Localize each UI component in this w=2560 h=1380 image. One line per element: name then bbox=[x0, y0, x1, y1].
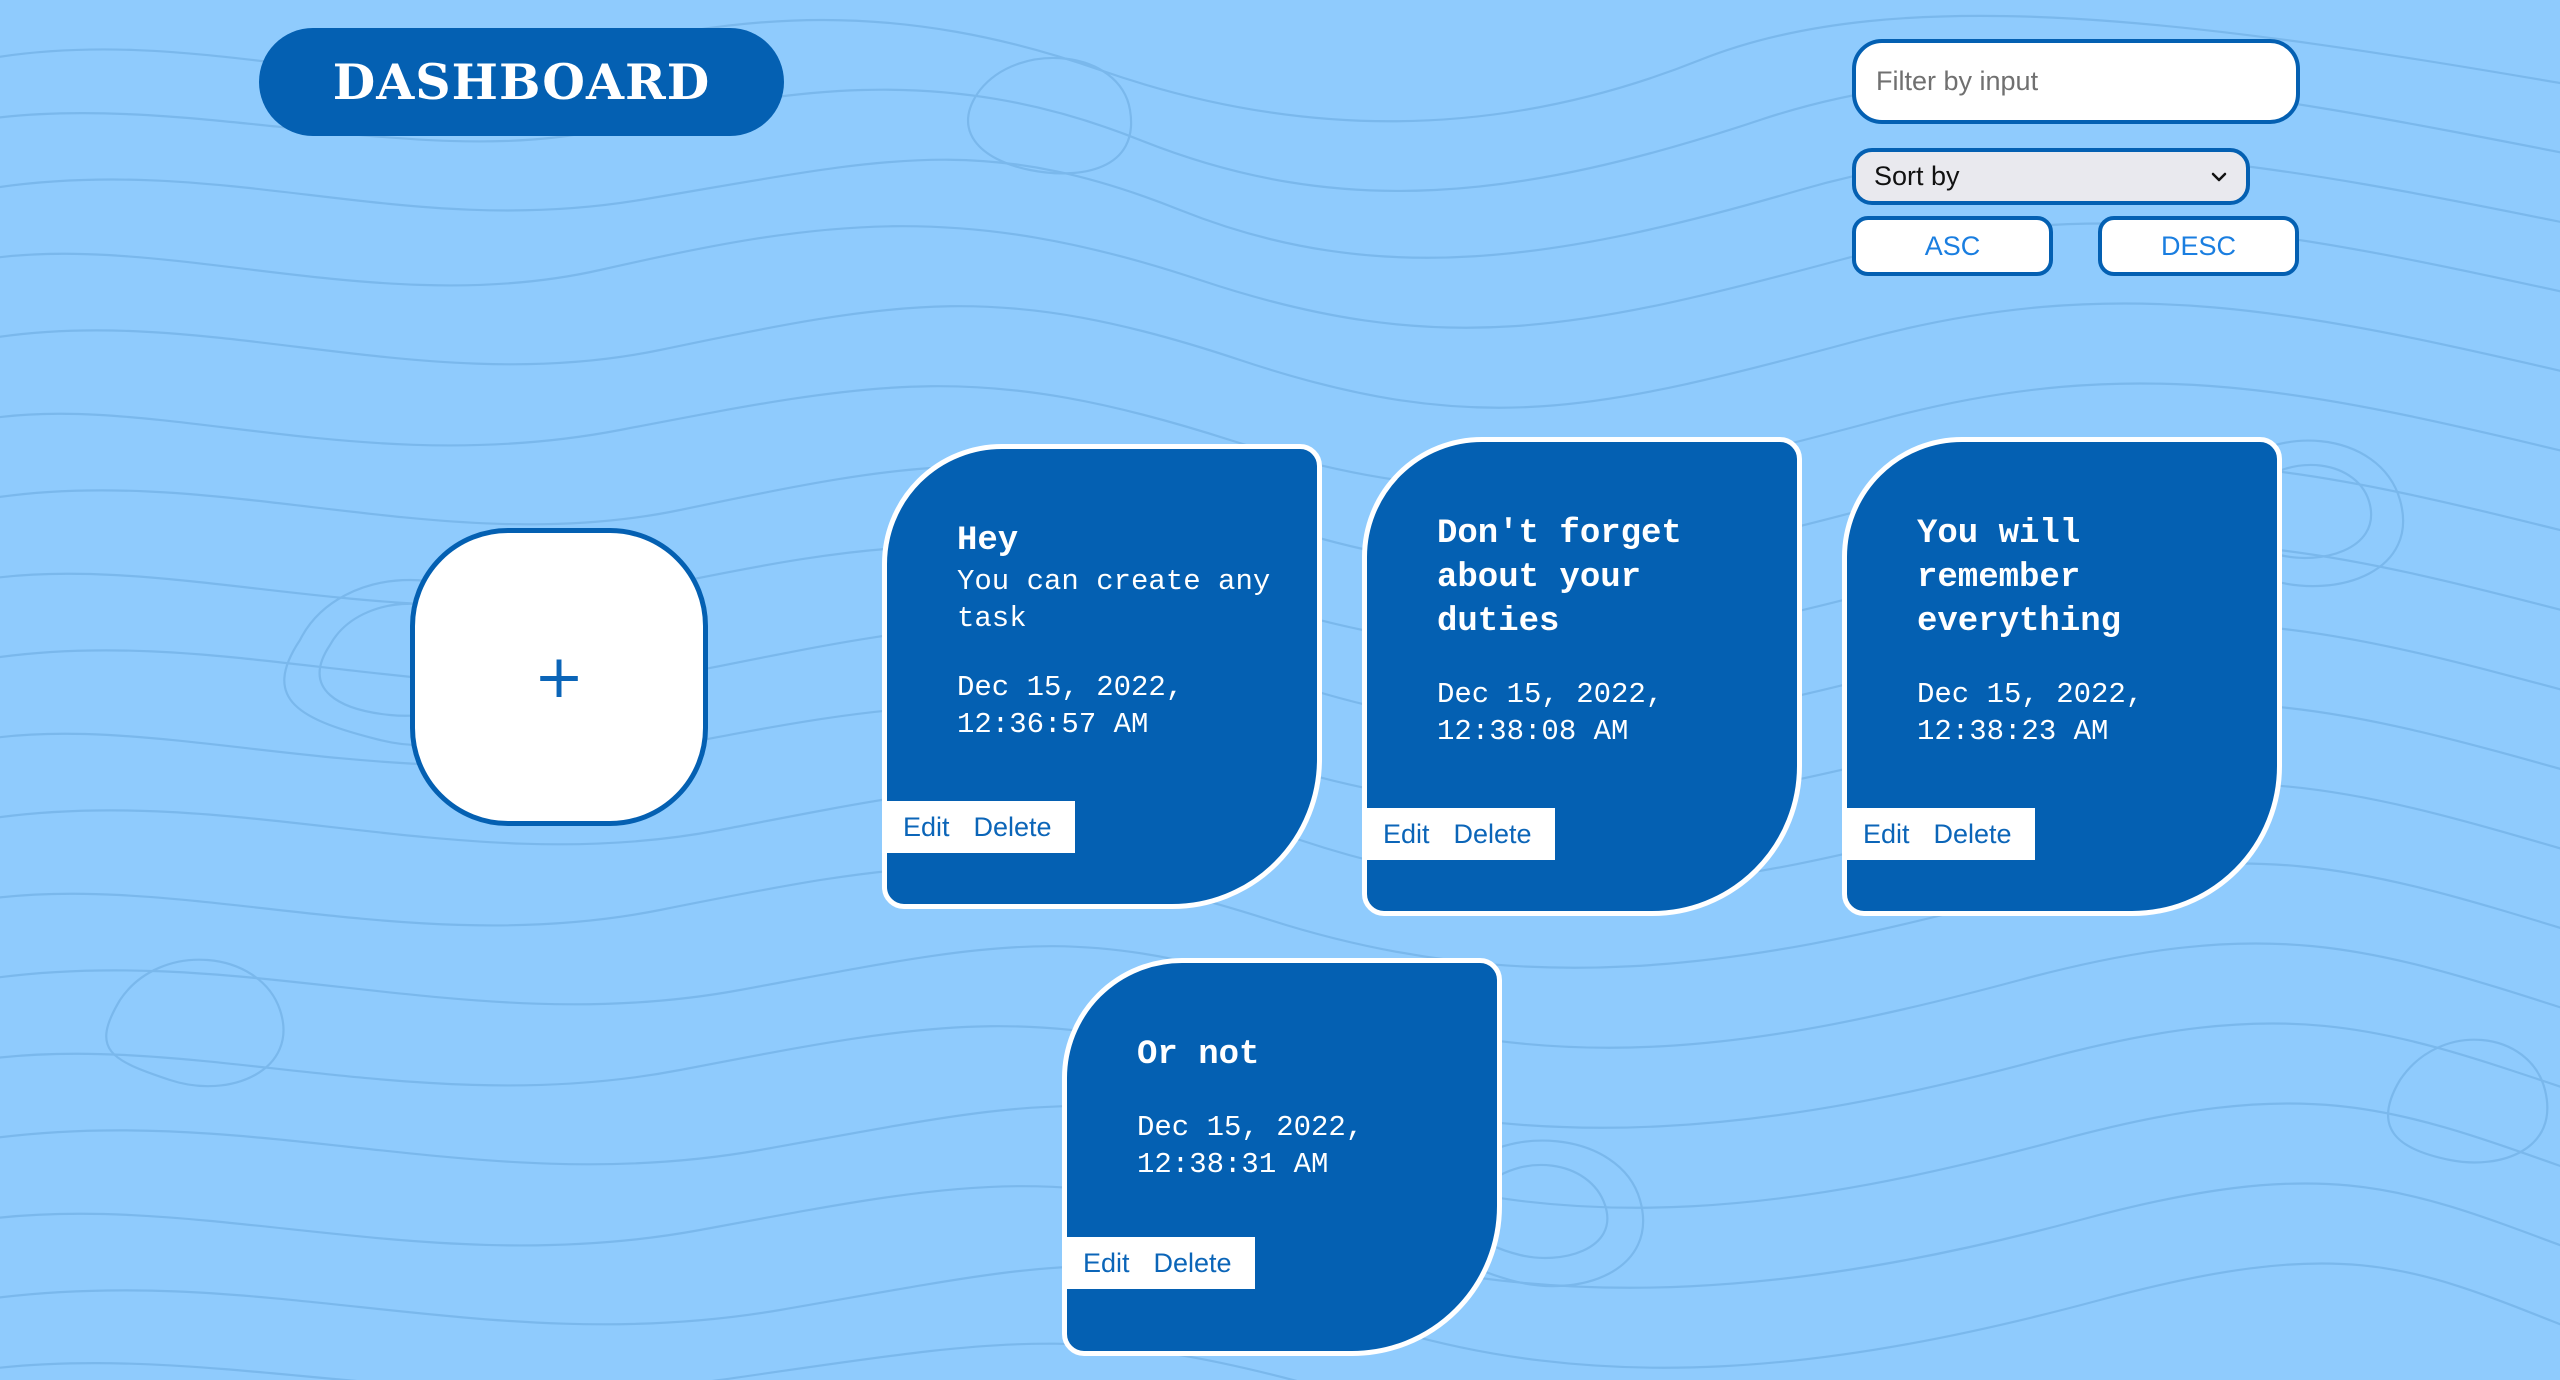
task-actions: Edit Delete bbox=[1067, 1237, 1255, 1289]
page-title: DASHBOARD bbox=[259, 28, 784, 136]
task-title: Don't forget about your duties bbox=[1437, 515, 1682, 641]
task-date: Dec 15, 2022, 12:36:57 AM bbox=[957, 671, 1184, 741]
task-card: Or not Dec 15, 2022, 12:38:31 AM Edit De… bbox=[1062, 958, 1502, 1356]
filter-input[interactable] bbox=[1852, 39, 2300, 124]
plus-icon: + bbox=[533, 642, 585, 712]
edit-button[interactable]: Edit bbox=[1367, 819, 1430, 850]
edit-button[interactable]: Edit bbox=[1067, 1248, 1130, 1279]
task-card: Hey You can create any task Dec 15, 2022… bbox=[882, 444, 1322, 909]
edit-button[interactable]: Edit bbox=[887, 812, 950, 843]
asc-button[interactable]: ASC bbox=[1852, 216, 2053, 276]
delete-button[interactable]: Delete bbox=[1430, 819, 1532, 850]
edit-button[interactable]: Edit bbox=[1847, 819, 1910, 850]
sort-select-label: Sort by bbox=[1874, 161, 1960, 191]
delete-button[interactable]: Delete bbox=[950, 812, 1052, 843]
task-date: Dec 15, 2022, 12:38:31 AM bbox=[1137, 1111, 1364, 1181]
task-description: You can create any task bbox=[957, 565, 1271, 635]
task-title: You will remember everything bbox=[1917, 515, 2122, 641]
delete-button[interactable]: Delete bbox=[1910, 819, 2012, 850]
task-date: Dec 15, 2022, 12:38:23 AM bbox=[1917, 678, 2144, 748]
task-actions: Edit Delete bbox=[1847, 808, 2035, 860]
task-actions: Edit Delete bbox=[1367, 808, 1555, 860]
task-actions: Edit Delete bbox=[887, 801, 1075, 853]
task-title: Or not bbox=[1137, 1036, 1260, 1074]
task-title: Hey bbox=[957, 522, 1019, 560]
desc-button[interactable]: DESC bbox=[2098, 216, 2299, 276]
add-task-button[interactable]: + bbox=[410, 528, 708, 826]
task-card: Don't forget about your duties Dec 15, 2… bbox=[1362, 437, 1802, 916]
task-card: You will remember everything Dec 15, 202… bbox=[1842, 437, 2282, 916]
chevron-down-icon bbox=[2211, 172, 2227, 181]
delete-button[interactable]: Delete bbox=[1130, 1248, 1232, 1279]
task-date: Dec 15, 2022, 12:38:08 AM bbox=[1437, 678, 1664, 748]
sort-select[interactable]: Sort by bbox=[1852, 148, 2250, 205]
